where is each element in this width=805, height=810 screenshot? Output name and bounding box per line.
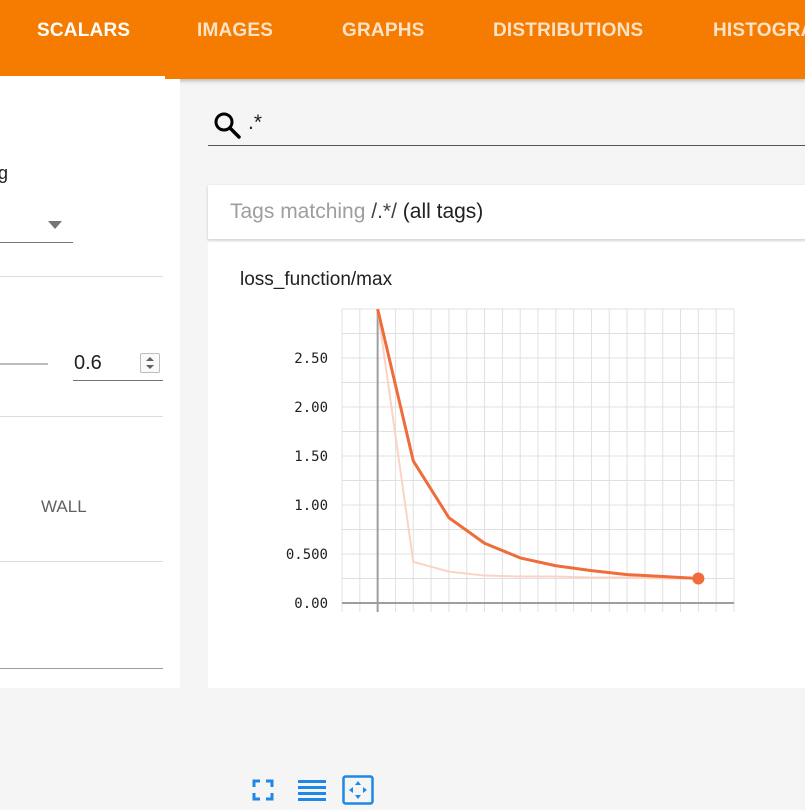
tab-histograms[interactable]: HISTOGRA bbox=[713, 0, 805, 79]
search-input[interactable] bbox=[246, 110, 790, 136]
fullscreen-icon[interactable] bbox=[251, 778, 275, 807]
dropdown-arrow-icon bbox=[48, 221, 62, 229]
smoothing-input[interactable]: 0.6 bbox=[73, 349, 163, 381]
smoothing-value: 0.6 bbox=[74, 352, 102, 374]
tab-images[interactable]: IMAGES bbox=[197, 0, 273, 79]
tags-matching-header[interactable]: Tags matching /.*/ (all tags) bbox=[208, 185, 805, 239]
sidebar-cut-label: g bbox=[0, 163, 9, 183]
number-stepper-icon[interactable] bbox=[140, 353, 160, 373]
horizontal-axis-wall-option[interactable]: WALL bbox=[41, 497, 87, 517]
y-tick-label: 2.00 bbox=[294, 400, 328, 416]
fit-domain-icon[interactable] bbox=[342, 775, 374, 810]
y-tick-label: 0.00 bbox=[294, 596, 328, 612]
tab-scalars[interactable]: SCALARS bbox=[37, 0, 130, 79]
loss-chart[interactable]: 0.000200.0400.0600.0800.00.000.5001.001.… bbox=[208, 242, 805, 612]
y-tick-label: 1.50 bbox=[294, 449, 328, 465]
run-select-dropdown[interactable] bbox=[0, 199, 73, 243]
sidebar: g 0.6 WALL bbox=[0, 79, 180, 688]
top-nav-bar: SCALARS IMAGES GRAPHS DISTRIBUTIONS HIST… bbox=[0, 0, 805, 79]
sidebar-input-underline bbox=[0, 668, 163, 669]
series-end-point bbox=[692, 572, 705, 585]
tags-suffix: (all tags) bbox=[396, 200, 484, 223]
tag-filter-search[interactable] bbox=[208, 107, 805, 146]
chart-card: loss_function/max 0.000200.0400.0600.080… bbox=[208, 242, 805, 805]
tab-distributions[interactable]: DISTRIBUTIONS bbox=[493, 0, 643, 79]
smoothing-slider-track[interactable] bbox=[0, 363, 48, 365]
sidebar-divider bbox=[0, 416, 163, 417]
sidebar-divider bbox=[0, 561, 163, 562]
search-icon bbox=[214, 112, 241, 139]
tags-prefix: Tags matching bbox=[230, 200, 372, 223]
list-icon[interactable] bbox=[297, 778, 327, 807]
sidebar-divider bbox=[0, 276, 163, 277]
tags-regex: /.*/ bbox=[371, 200, 397, 223]
y-tick-label: 1.00 bbox=[294, 498, 328, 514]
tags-matching-text: Tags matching /.*/ (all tags) bbox=[230, 200, 483, 224]
y-tick-label: 2.50 bbox=[294, 351, 328, 367]
y-tick-label: 0.500 bbox=[286, 547, 328, 563]
main-content: Tags matching /.*/ (all tags) loss_funct… bbox=[195, 79, 805, 805]
tab-graphs[interactable]: GRAPHS bbox=[342, 0, 425, 79]
